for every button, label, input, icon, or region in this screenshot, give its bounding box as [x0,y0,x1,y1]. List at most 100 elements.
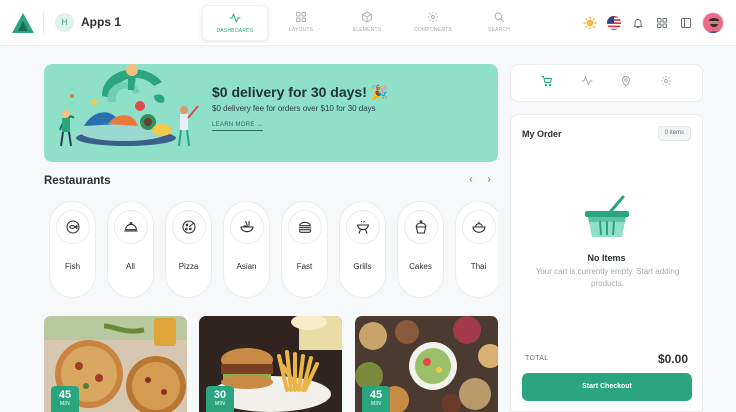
us-flag-icon [607,16,621,30]
app-title[interactable]: Apps 1 [81,15,121,29]
apps-button[interactable] [654,15,670,31]
arrow-right-icon: → [256,122,263,128]
app-avatar[interactable]: H [55,13,74,32]
items-count-badge: 0 items [657,126,691,141]
top-bar: H Apps 1 DASHBOARDS LAYOUTS ELEMENTS COM… [0,0,736,46]
tab-location[interactable] [620,74,632,92]
cupcake-icon [404,210,438,244]
category-fish[interactable]: Fish [49,201,96,298]
nav-search[interactable]: SEARCH [466,5,532,41]
cube-icon [362,11,372,23]
order-tabs [510,64,703,102]
category-label: Cakes [409,262,432,271]
fish-plate-icon [56,210,90,244]
toolbar [574,12,724,34]
nav-elements[interactable]: ELEMENTS [334,5,400,41]
tab-settings[interactable] [660,74,672,92]
promo-banner: $0 delivery for 30 days! 🎉 $0 delivery f… [44,64,498,162]
total-value: $0.00 [657,352,688,366]
nav-label: LAYOUTS [288,27,314,33]
nav-label: COMPONENTS [414,27,452,33]
category-fast[interactable]: Fast [281,201,328,298]
delivery-time: 45 [369,389,383,401]
nav-label: ELEMENTS [352,27,382,33]
order-title: My Order [522,129,562,139]
restaurant-card[interactable]: 45 MIN [44,316,187,412]
restaurants-title: Restaurants [44,175,111,187]
sidebar-toggle-button[interactable] [678,15,694,31]
delivery-unit: MIN [370,401,382,407]
restaurant-card[interactable]: 30 MIN [199,316,342,412]
apps-grid-icon [657,18,667,28]
carousel-prev-button[interactable]: ‹ [466,175,476,185]
language-selector[interactable] [606,15,622,31]
sidebar-toggle-icon [681,18,691,28]
category-label: All [126,262,135,271]
category-pizza[interactable]: Pizza [165,201,212,298]
category-label: Grills [353,262,372,271]
salad-bowl-icon [462,210,496,244]
user-avatar[interactable] [702,12,724,34]
cart-icon [541,76,552,87]
promo-subtitle: $0 delivery fee for orders over $10 for … [212,104,376,113]
start-checkout-button[interactable]: Start Checkout [522,373,692,401]
burger-icon [288,210,322,244]
empty-cart-title: No Items [587,253,626,263]
gear-icon [428,12,438,22]
chevron-left-icon: ‹ [469,174,473,185]
category-carousel: Fish All Pizza Asian Fast Grills Cakes T… [49,201,498,300]
delivery-time: 45 [58,389,72,401]
sun-icon [583,16,597,30]
search-icon [494,12,504,22]
activity-icon [229,13,241,23]
user-photo [703,13,723,33]
category-label: Pizza [178,262,199,271]
category-all[interactable]: All [107,201,154,298]
divider [43,12,44,34]
carousel-next-button[interactable]: › [484,175,494,185]
delivery-time-badge: 30 MIN [206,386,234,412]
delivery-unit: MIN [214,401,226,407]
learn-more-link[interactable]: LEARN MORE → [212,122,263,131]
grill-icon [346,210,380,244]
chevron-right-icon: › [487,174,491,185]
nav-components[interactable]: COMPONENTS [400,5,466,41]
nav-label: SEARCH [487,27,511,33]
category-cakes[interactable]: Cakes [397,201,444,298]
nav-label: DASHBOARDS [216,28,254,34]
notifications-button[interactable] [630,15,646,31]
delivery-time-badge: 45 MIN [362,386,390,412]
empty-cart-message: Your cart is currently empty. Start addi… [535,267,680,288]
nav-dashboards[interactable]: DASHBOARDS [202,5,268,41]
my-order-panel: My Order 0 items No Items Your cart is c… [510,114,703,412]
total-label: TOTAL [525,355,549,362]
activity-icon [581,76,593,86]
category-label: Asian [236,262,257,271]
restaurant-card[interactable]: 45 MIN [355,316,498,412]
delivery-time-badge: 45 MIN [51,386,79,412]
category-label: Fish [64,262,81,271]
gear-icon [661,76,672,86]
basket-icon [585,195,629,237]
category-thai[interactable]: Thai [455,201,498,298]
main-nav: DASHBOARDS LAYOUTS ELEMENTS COMPONENTS S… [202,5,532,41]
bell-icon [633,19,643,28]
tab-activity[interactable] [581,74,593,92]
promo-title: $0 delivery for 30 days! 🎉 [212,84,389,100]
app-logo-icon[interactable] [12,13,34,33]
category-asian[interactable]: Asian [223,201,270,298]
delivery-unit: MIN [59,401,71,407]
category-grills[interactable]: Grills [339,201,386,298]
grid-icon [296,12,306,22]
pizza-icon [172,210,206,244]
category-label: Thai [470,262,487,271]
cloche-icon [114,210,148,244]
learn-more-label: LEARN MORE [212,122,255,128]
nav-layouts[interactable]: LAYOUTS [268,5,334,41]
delivery-time: 30 [213,389,227,401]
category-label: Fast [296,262,313,271]
theme-toggle[interactable] [582,15,598,31]
tab-cart[interactable] [541,74,553,92]
food-illustration [59,64,199,147]
noodle-bowl-icon [230,210,264,244]
